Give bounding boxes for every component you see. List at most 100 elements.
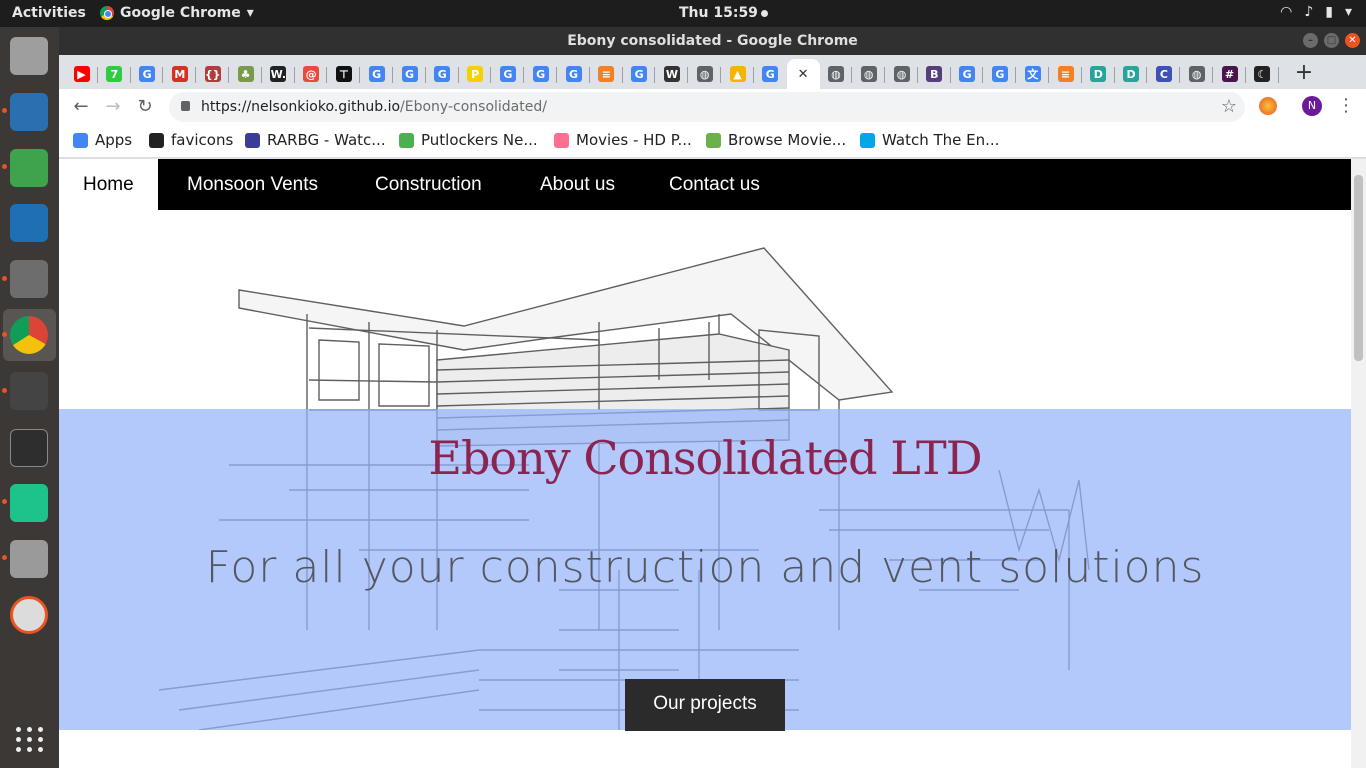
scrollbar-thumb[interactable] xyxy=(1354,175,1363,361)
writer-icon[interactable] xyxy=(10,93,48,131)
show-applications-icon[interactable] xyxy=(16,727,44,752)
browser-tab[interactable]: G xyxy=(524,59,557,89)
browser-tab[interactable]: ◍ xyxy=(1180,59,1213,89)
browser-tab-active[interactable]: ✕ xyxy=(786,59,820,89)
browser-tab[interactable]: M xyxy=(163,59,196,89)
browser-tab[interactable]: G xyxy=(393,59,426,89)
tab-separator xyxy=(1277,67,1279,83)
bookmark-item[interactable]: Watch The En... xyxy=(860,131,999,149)
browser-tab[interactable]: ≡ xyxy=(590,59,623,89)
address-bar[interactable]: https://nelsonkioko.github.io/Ebony-cons… xyxy=(169,92,1245,122)
browser-tab[interactable]: G xyxy=(557,59,590,89)
browser-tab[interactable]: W xyxy=(655,59,688,89)
browser-tab[interactable]: C xyxy=(1147,59,1180,89)
browser-tab[interactable]: ▲ xyxy=(721,59,754,89)
app-menu[interactable]: Google Chrome ▾ xyxy=(100,5,254,21)
browser-tab[interactable]: 7 xyxy=(98,59,131,89)
browser-tab[interactable]: G xyxy=(951,59,984,89)
battery-icon: ▮ xyxy=(1325,4,1333,20)
extension-fire-icon[interactable] xyxy=(1259,97,1277,115)
browser-tab[interactable]: @ xyxy=(295,59,328,89)
scanner-icon[interactable] xyxy=(10,540,48,578)
nav-item-about-us[interactable]: About us xyxy=(516,159,639,210)
calculator-icon[interactable] xyxy=(10,37,48,75)
new-tab-button[interactable]: + xyxy=(1291,61,1317,87)
bookmark-item[interactable]: Apps xyxy=(73,131,132,149)
close-tab-icon[interactable]: ✕ xyxy=(795,66,811,82)
bookmark-item[interactable]: RARBG - Watc... xyxy=(245,131,386,149)
page-scrollbar[interactable] xyxy=(1351,159,1366,768)
close-window-button[interactable]: ✕ xyxy=(1345,33,1360,48)
site-navbar: Home Monsoon Vents Construction About us Con… xyxy=(59,159,1351,210)
software-updater-icon[interactable] xyxy=(10,596,48,634)
browser-tab[interactable]: ⊤ xyxy=(327,59,360,89)
drive-icon: ▲ xyxy=(729,66,746,82)
bookmark-item[interactable]: Browse Movie... xyxy=(706,131,846,149)
browser-tab[interactable]: D xyxy=(1082,59,1115,89)
chrome-icon xyxy=(100,6,114,20)
google-icon: G xyxy=(499,66,516,82)
system-tray[interactable]: ◠ ♪ ▮ ▾ xyxy=(1280,4,1352,20)
nav-item-home[interactable]: Home xyxy=(59,159,158,210)
dock xyxy=(0,27,59,768)
browser-tab[interactable]: G xyxy=(754,59,787,89)
nav-item-monsoon-vents[interactable]: Monsoon Vents xyxy=(163,159,342,210)
video-editor-icon[interactable] xyxy=(10,372,48,410)
terminal-icon[interactable] xyxy=(10,429,48,467)
bookmark-favicon-icon xyxy=(149,132,164,148)
pycharm-icon[interactable] xyxy=(10,484,48,522)
vscode-icon[interactable] xyxy=(10,204,48,242)
files-icon[interactable] xyxy=(10,260,48,298)
nav-item-contact-us[interactable]: Contact us xyxy=(645,159,784,210)
browser-tab[interactable]: {} xyxy=(196,59,229,89)
d-icon: D xyxy=(1123,66,1140,82)
browser-tab[interactable]: ◍ xyxy=(688,59,721,89)
browser-tab[interactable]: B xyxy=(918,59,951,89)
window-titlebar[interactable]: Ebony consolidated - Google Chrome – □ ✕ xyxy=(59,27,1366,55)
browser-tab[interactable]: # xyxy=(1213,59,1246,89)
browser-tab[interactable]: ☾ xyxy=(1246,59,1279,89)
bookmark-label: Watch The En... xyxy=(882,131,1000,149)
browser-tab[interactable]: D xyxy=(1115,59,1148,89)
bookmark-star-icon[interactable]: ☆ xyxy=(1221,92,1237,122)
browser-tab[interactable]: 文 xyxy=(1016,59,1049,89)
bookmarks-bar: Apps favicons RARBG - Watc... Putlockers Ne… xyxy=(59,125,1366,158)
bookmark-item[interactable]: favicons xyxy=(149,131,233,149)
browser-tab[interactable]: ♣ xyxy=(229,59,262,89)
maximize-button[interactable]: □ xyxy=(1324,33,1339,48)
reload-button[interactable]: ↻ xyxy=(133,95,157,119)
clock[interactable]: Thu 15:59 xyxy=(679,5,768,21)
browser-tab[interactable]: G xyxy=(426,59,459,89)
chrome-icon[interactable] xyxy=(10,316,48,354)
browser-tab[interactable]: G xyxy=(131,59,164,89)
browser-tab[interactable]: P xyxy=(459,59,492,89)
nav-item-construction[interactable]: Construction xyxy=(351,159,506,210)
window-title: Ebony consolidated - Google Chrome xyxy=(567,33,858,49)
menu-kebab-icon[interactable]: ⋮ xyxy=(1337,95,1355,116)
browser-tab[interactable]: G xyxy=(623,59,656,89)
forward-button[interactable]: → xyxy=(101,95,125,119)
browser-tab[interactable]: ◍ xyxy=(885,59,918,89)
bookmark-favicon-icon xyxy=(73,132,88,148)
profile-avatar[interactable]: N xyxy=(1302,96,1322,116)
calc-spreadsheet-icon[interactable] xyxy=(10,149,48,187)
minimize-button[interactable]: – xyxy=(1303,33,1318,48)
browser-tab[interactable]: G xyxy=(983,59,1016,89)
browser-tab[interactable]: W. xyxy=(262,59,295,89)
browser-tab[interactable]: G xyxy=(491,59,524,89)
back-button[interactable]: ← xyxy=(69,95,93,119)
our-projects-button[interactable]: Our projects xyxy=(625,679,785,731)
browser-tab[interactable]: ≡ xyxy=(1049,59,1082,89)
browser-tab[interactable]: ◍ xyxy=(852,59,885,89)
bookmark-label: Putlockers Ne... xyxy=(421,131,538,149)
browser-tab[interactable]: ◍ xyxy=(819,59,852,89)
running-indicator xyxy=(2,388,7,393)
bookmark-item[interactable]: Putlockers Ne... xyxy=(399,131,538,149)
activities-button[interactable]: Activities xyxy=(12,5,86,21)
browser-tab[interactable]: ▶ xyxy=(65,59,98,89)
running-indicator xyxy=(2,108,7,113)
notification-dot-icon xyxy=(760,9,768,17)
page-viewport: Home Monsoon Vents Construction About us Con… xyxy=(59,159,1351,768)
bookmark-item[interactable]: Movies - HD P... xyxy=(554,131,692,149)
browser-tab[interactable]: G xyxy=(360,59,393,89)
